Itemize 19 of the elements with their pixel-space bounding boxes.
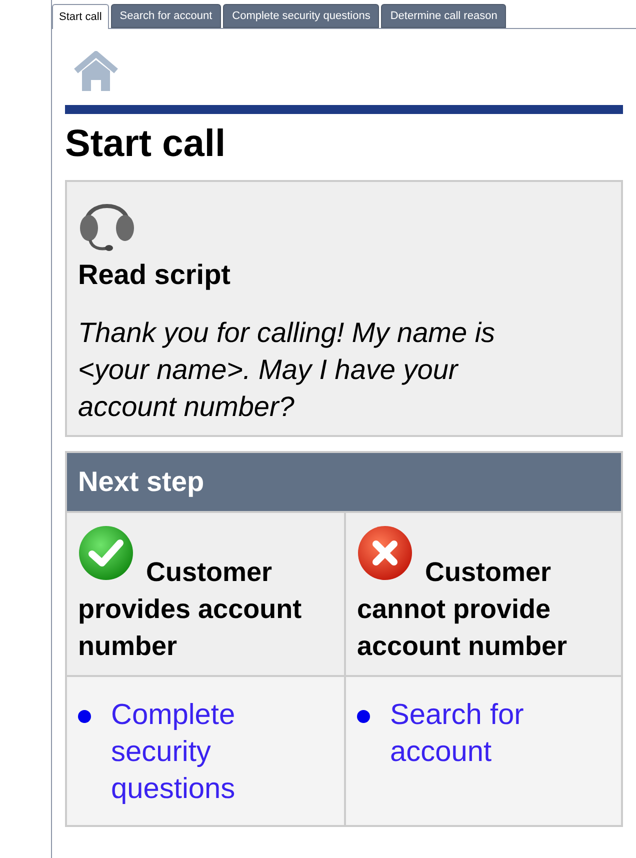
- bullet-icon: [78, 710, 91, 723]
- checkmark-icon: [78, 524, 134, 581]
- option-heading: Customer: [425, 556, 552, 589]
- next-step-header: Next step: [67, 452, 621, 511]
- link[interactable]: Search for account: [390, 696, 610, 771]
- option-heading: Customer: [146, 556, 272, 589]
- tab[interactable]: Search for account: [110, 4, 222, 28]
- home-icon[interactable]: [72, 51, 120, 93]
- link[interactable]: Complete security questions: [111, 696, 333, 808]
- script-heading: Read script: [78, 258, 232, 292]
- tab[interactable]: Start call: [52, 4, 109, 29]
- tab[interactable]: Determine call reason: [381, 4, 506, 28]
- script-text: Thank you for calling! My name is <your name>. May I have your account number?: [78, 316, 496, 424]
- option-heading: provides account number: [78, 592, 303, 663]
- cross-icon: [357, 524, 413, 581]
- page-title: Start call: [65, 122, 227, 167]
- bullet-icon: [357, 710, 370, 723]
- tab[interactable]: Complete security questions: [223, 4, 380, 28]
- option-heading: cannot provide account number: [357, 592, 568, 663]
